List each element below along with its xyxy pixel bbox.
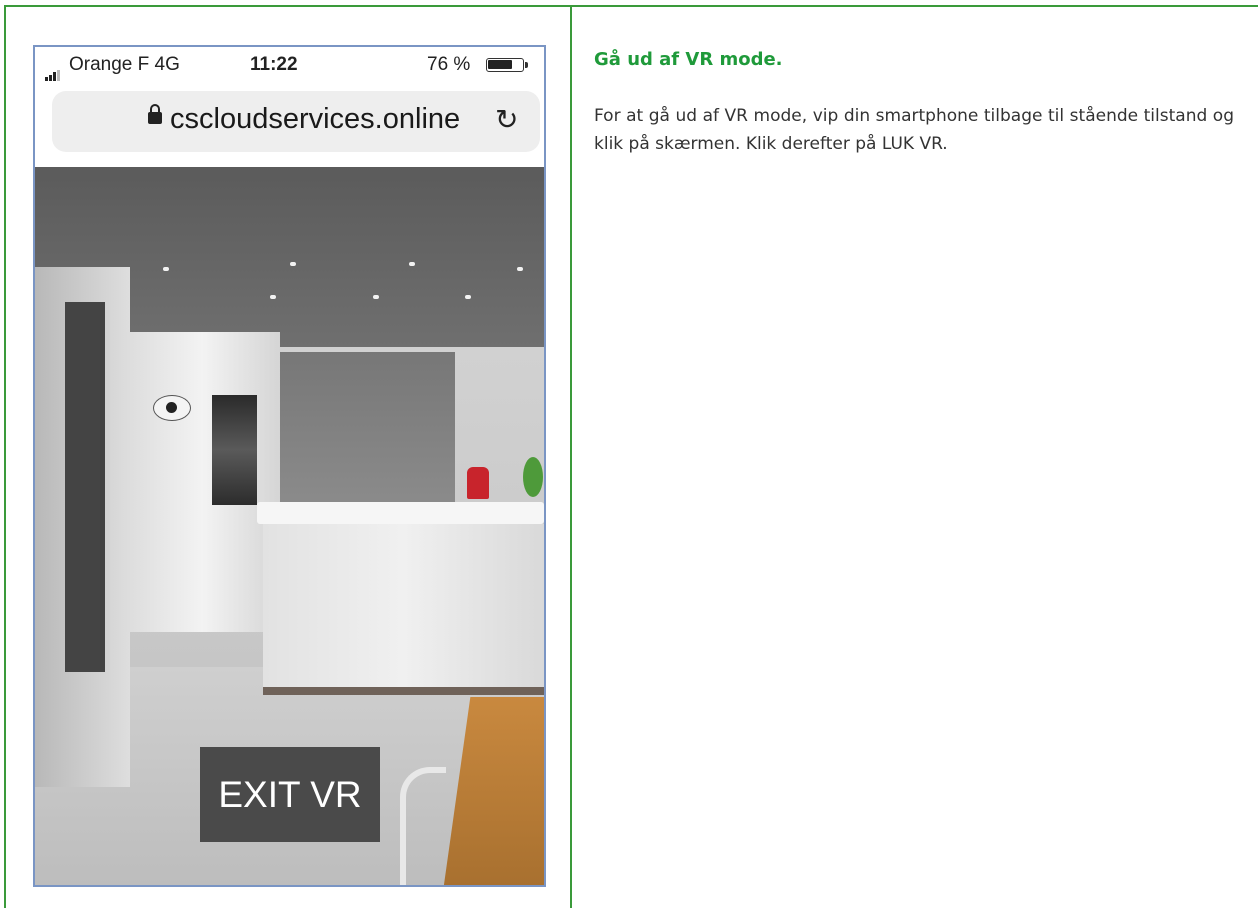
battery-icon bbox=[486, 58, 528, 72]
instructions-column: Gå ud af VR mode. For at gå ud af VR mod… bbox=[594, 48, 1234, 175]
battery-percent: 76 % bbox=[427, 54, 471, 75]
reload-icon[interactable]: ↻ bbox=[495, 103, 518, 136]
signal-icon bbox=[45, 59, 61, 81]
address-bar[interactable]: cscloudservices.online ↻ bbox=[52, 91, 540, 152]
phone-screenshot: Orange F 4G 11:22 76 % cscloudservices.o… bbox=[33, 45, 546, 887]
battery-fill bbox=[488, 60, 512, 69]
scene-island bbox=[263, 524, 544, 694]
instructions-heading: Gå ud af VR mode. bbox=[594, 49, 783, 70]
scene-back-wall bbox=[280, 352, 455, 522]
scene-door bbox=[65, 302, 105, 672]
table-border-top bbox=[4, 5, 1258, 7]
status-bar: Orange F 4G 11:22 76 % bbox=[35, 47, 544, 83]
table-border-left bbox=[4, 5, 6, 908]
status-time: 11:22 bbox=[250, 54, 298, 75]
lock-icon bbox=[148, 104, 162, 124]
instructions-body: For at gå ud af VR mode, vip din smartph… bbox=[594, 106, 1234, 154]
table-column-divider bbox=[570, 5, 572, 908]
url-text[interactable]: cscloudservices.online bbox=[170, 103, 460, 136]
vr-kitchen-scene[interactable]: EXIT VR bbox=[35, 167, 544, 885]
scene-island-base bbox=[263, 687, 544, 695]
scene-oven bbox=[212, 395, 257, 505]
scene-plant bbox=[523, 457, 543, 497]
eye-icon[interactable] bbox=[153, 395, 191, 421]
scene-mixer bbox=[467, 467, 489, 499]
scene-island-top bbox=[257, 502, 544, 524]
exit-vr-button[interactable]: EXIT VR bbox=[200, 747, 380, 842]
scene-chair bbox=[400, 767, 446, 885]
carrier-label: Orange F 4G bbox=[69, 54, 180, 75]
